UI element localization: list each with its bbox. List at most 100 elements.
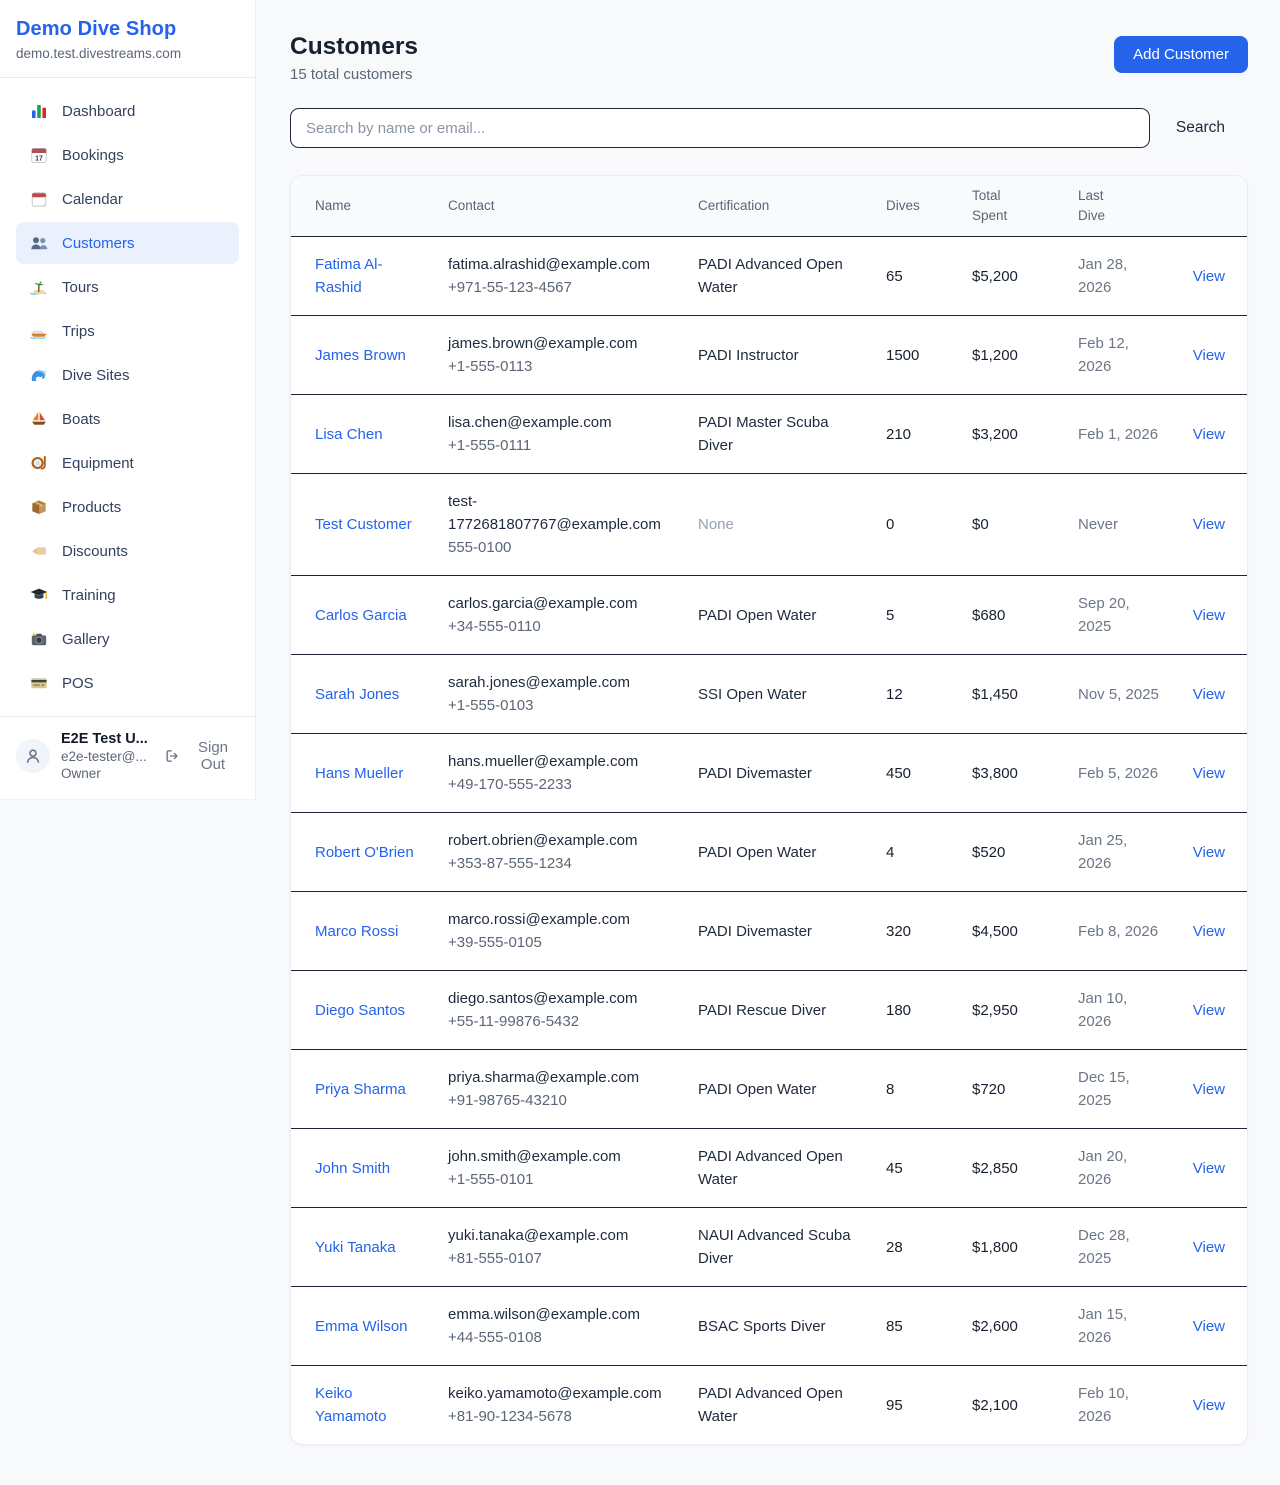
add-customer-button[interactable]: Add Customer [1114,36,1248,73]
sidebar-item-boats[interactable]: Boats [16,398,239,440]
last-dive-cell: Jan 20, 2026 [1066,1129,1173,1208]
sidebar-item-gallery[interactable]: Gallery [16,618,239,660]
customer-phone: +1-555-0113 [448,355,674,378]
view-link[interactable]: View [1193,347,1225,364]
sidebar-item-customers[interactable]: Customers [16,222,239,264]
search-button[interactable]: Search [1176,111,1225,145]
name-cell: Yuki Tanaka [291,1208,436,1287]
shop-name[interactable]: Demo Dive Shop [16,18,239,41]
total-spent-cell: $2,950 [960,971,1066,1050]
table-row: Yuki Tanakayuki.tanaka@example.com+81-55… [291,1208,1248,1287]
customer-certification: PADI Divemaster [698,923,812,940]
customer-phone: +1-555-0111 [448,434,674,457]
customer-name-link[interactable]: Lisa Chen [315,423,383,446]
customer-name-link[interactable]: Diego Santos [315,999,405,1022]
customer-last-dive: Nov 5, 2025 [1078,686,1159,703]
customer-dives: 28 [886,1239,903,1256]
name-cell: Marco Rossi [291,892,436,971]
last-dive-cell: Sep 20, 2025 [1066,576,1173,655]
customer-name-link[interactable]: Keiko Yamamoto [315,1382,424,1428]
customer-certification: NAUI Advanced Scuba Diver [698,1227,851,1267]
customer-certification: PADI Advanced Open Water [698,1385,843,1425]
island-icon [29,277,49,297]
name-cell: Keiko Yamamoto [291,1366,436,1445]
customer-dives: 12 [886,686,903,703]
total-spent-cell: $3,800 [960,734,1066,813]
sidebar-item-dashboard[interactable]: Dashboard [16,90,239,132]
name-cell: Lisa Chen [291,395,436,474]
sidebar-item-training[interactable]: Training [16,574,239,616]
customer-name-link[interactable]: Emma Wilson [315,1315,408,1338]
view-link[interactable]: View [1193,607,1225,624]
view-link[interactable]: View [1193,765,1225,782]
customer-email: yuki.tanaka@example.com [448,1224,674,1247]
customer-total-spent: $3,200 [972,426,1018,443]
view-link[interactable]: View [1193,844,1225,861]
view-link[interactable]: View [1193,1160,1225,1177]
customer-name-link[interactable]: Test Customer [315,513,412,536]
customer-total-spent: $1,200 [972,347,1018,364]
view-link[interactable]: View [1193,686,1225,703]
view-link[interactable]: View [1193,516,1225,533]
sign-out-button[interactable]: Sign Out [164,739,239,773]
column-header-contact: Contact [436,176,686,237]
customer-dives: 95 [886,1397,903,1414]
table-row: Robert O'Brienrobert.obrien@example.com+… [291,813,1248,892]
customer-name-link[interactable]: Robert O'Brien [315,841,414,864]
sidebar-item-bookings[interactable]: 17Bookings [16,134,239,176]
sidebar-item-label: Calendar [62,191,123,208]
customer-last-dive: Jan 10, 2026 [1078,990,1127,1030]
sidebar-item-pos[interactable]: POS [16,662,239,704]
sidebar-item-equipment[interactable]: Equipment [16,442,239,484]
view-link[interactable]: View [1193,1081,1225,1098]
customer-name-link[interactable]: Fatima Al-Rashid [315,253,424,299]
name-cell: Hans Mueller [291,734,436,813]
customer-name-link[interactable]: James Brown [315,344,406,367]
name-cell: Emma Wilson [291,1287,436,1366]
last-dive-cell: Feb 8, 2026 [1066,892,1173,971]
certification-cell: PADI Open Water [686,1050,874,1129]
customer-name-link[interactable]: Marco Rossi [315,920,398,943]
customer-name-link[interactable]: Sarah Jones [315,683,399,706]
view-link[interactable]: View [1193,268,1225,285]
certification-cell: NAUI Advanced Scuba Diver [686,1208,874,1287]
sidebar-item-trips[interactable]: Trips [16,310,239,352]
customer-name-link[interactable]: Yuki Tanaka [315,1236,396,1259]
sidebar-item-discounts[interactable]: Discounts [16,530,239,572]
customer-name-link[interactable]: Carlos Garcia [315,604,407,627]
view-cell: View [1173,1287,1248,1366]
sidebar-item-products[interactable]: Products [16,486,239,528]
view-cell: View [1173,1129,1248,1208]
last-dive-cell: Never [1066,474,1173,576]
view-link[interactable]: View [1193,1002,1225,1019]
sidebar-item-label: Dive Sites [62,367,130,384]
sidebar-item-label: Bookings [62,147,124,164]
customer-total-spent: $0 [972,516,989,533]
search-input[interactable] [290,108,1150,148]
user-name: E2E Test U... [61,731,153,747]
view-cell: View [1173,1050,1248,1129]
customer-total-spent: $3,800 [972,765,1018,782]
customer-last-dive: Feb 10, 2026 [1078,1385,1129,1425]
view-link[interactable]: View [1193,1318,1225,1335]
customer-name-link[interactable]: John Smith [315,1157,390,1180]
sailboat-icon [29,409,49,429]
package-icon [29,497,49,517]
sidebar-item-tours[interactable]: Tours [16,266,239,308]
view-link[interactable]: View [1193,426,1225,443]
view-link[interactable]: View [1193,1239,1225,1256]
customer-last-dive: Jan 15, 2026 [1078,1306,1127,1346]
sidebar-item-dive-sites[interactable]: Dive Sites [16,354,239,396]
customer-name-link[interactable]: Priya Sharma [315,1078,406,1101]
customer-name-link[interactable]: Hans Mueller [315,762,403,785]
customer-email: fatima.alrashid@example.com [448,253,674,276]
view-cell: View [1173,316,1248,395]
last-dive-cell: Jan 10, 2026 [1066,971,1173,1050]
view-link[interactable]: View [1193,1397,1225,1414]
dives-cell: 28 [874,1208,960,1287]
view-cell: View [1173,971,1248,1050]
sidebar-item-calendar[interactable]: Calendar [16,178,239,220]
last-dive-cell: Jan 15, 2026 [1066,1287,1173,1366]
customer-certification: PADI Advanced Open Water [698,1148,843,1188]
view-link[interactable]: View [1193,923,1225,940]
